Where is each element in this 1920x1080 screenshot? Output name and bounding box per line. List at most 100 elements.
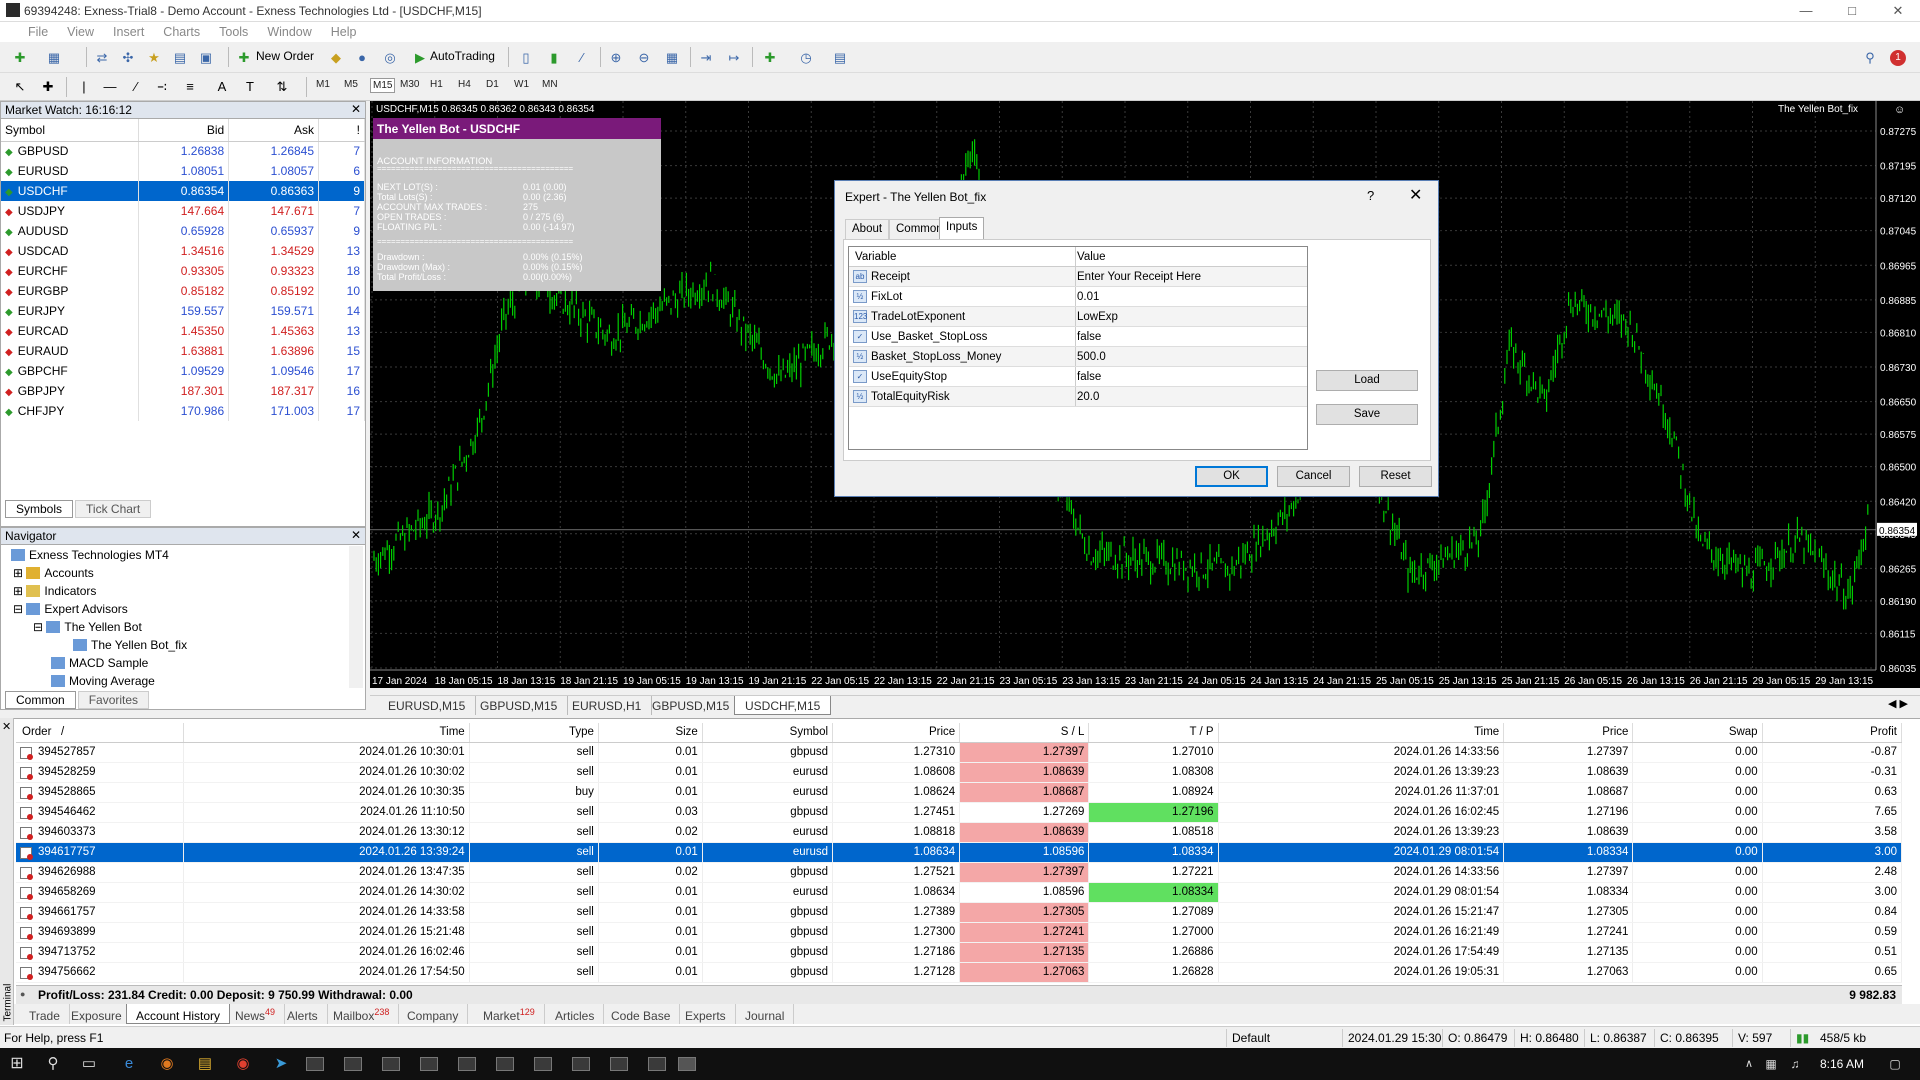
input-value[interactable]: false xyxy=(1077,331,1101,343)
close-icon[interactable]: ✕ xyxy=(351,528,361,542)
templates-icon[interactable]: ▤ xyxy=(830,48,850,68)
history-row[interactable]: 394756662 2024.01.26 17:54:50 sell 0.01 gbpu… xyxy=(16,962,1903,983)
input-value[interactable]: Enter Your Receipt Here xyxy=(1077,271,1201,283)
edge-icon[interactable]: e xyxy=(118,1054,140,1074)
tab-exposure[interactable]: Exposure xyxy=(62,1004,132,1024)
history-row[interactable]: 394626988 2024.01.26 13:47:35 sell 0.02 gbpu… xyxy=(16,862,1903,883)
market-watch-row[interactable]: ◆ EURJPY 159.557 159.571 14 xyxy=(1,301,365,321)
network-icon[interactable]: ▦ xyxy=(1760,1054,1782,1074)
timeframe-mn[interactable]: MN xyxy=(542,79,558,90)
market-watch-row[interactable]: ◆ USDCAD 1.34516 1.34529 13 xyxy=(1,241,365,261)
tab-code-base[interactable]: Code Base xyxy=(602,1004,681,1024)
input-value[interactable]: LowExp xyxy=(1077,311,1118,323)
tab-market[interactable]: Market129 xyxy=(474,1004,545,1024)
input-value[interactable]: 20.0 xyxy=(1077,391,1099,403)
notifications-icon[interactable]: ▢ xyxy=(1884,1054,1906,1074)
timeframe-m30[interactable]: M30 xyxy=(400,79,419,90)
col-time[interactable]: Time xyxy=(183,723,470,743)
tab-alerts[interactable]: Alerts xyxy=(278,1004,328,1024)
navigator-icon[interactable]: ★ xyxy=(144,48,164,68)
volume-icon[interactable]: ♫ xyxy=(1784,1054,1806,1074)
input-value[interactable]: 500.0 xyxy=(1077,351,1106,363)
profiles-icon[interactable]: ▦ xyxy=(44,48,64,68)
col-sl[interactable]: S / L xyxy=(959,723,1090,743)
history-row[interactable]: 394603373 2024.01.26 13:30:12 sell 0.02 euru… xyxy=(16,822,1903,843)
clock[interactable]: 8:16 AM xyxy=(1820,1057,1864,1071)
tab-about[interactable]: About xyxy=(845,219,890,239)
strategy-tester-icon[interactable]: ▣ xyxy=(196,48,216,68)
mt4-icon[interactable] xyxy=(306,1057,324,1071)
tab-account-history[interactable]: Account History xyxy=(126,1004,231,1024)
tab-gbpusd-m15-2[interactable]: GBPUSD,M15 xyxy=(642,696,741,715)
tray-chevron-icon[interactable]: ∧ xyxy=(1738,1054,1760,1074)
chrome-icon[interactable]: ◉ xyxy=(232,1054,254,1074)
mt4-icon[interactable] xyxy=(382,1057,400,1071)
auto-scroll-icon[interactable]: ⇥ xyxy=(696,48,716,68)
menu-charts[interactable]: Charts xyxy=(154,22,210,39)
tab-favorites[interactable]: Favorites xyxy=(77,691,150,709)
mt4-icon[interactable] xyxy=(458,1057,476,1071)
input-row[interactable]: ab Receipt Enter Your Receipt Here xyxy=(849,267,1307,287)
close-icon[interactable]: ✕ xyxy=(351,102,361,116)
input-row[interactable]: ½ FixLot 0.01 xyxy=(849,287,1307,307)
firefox-icon[interactable]: ◉ xyxy=(156,1054,178,1074)
timeframe-d1[interactable]: D1 xyxy=(486,79,499,90)
windows-start-icon[interactable]: ⊞ xyxy=(6,1054,28,1074)
tab-tick-chart[interactable]: Tick Chart xyxy=(75,500,152,518)
tree-macd-sample[interactable]: MACD Sample xyxy=(51,656,148,670)
history-row[interactable]: 394661757 2024.01.26 14:33:58 sell 0.01 gbpu… xyxy=(16,902,1903,923)
input-row[interactable]: ½ TotalEquityRisk 20.0 xyxy=(849,387,1307,407)
tree-root[interactable]: Exness Technologies MT4 xyxy=(11,548,169,562)
zoom-out-icon[interactable]: ⊖ xyxy=(634,48,654,68)
text-label-icon[interactable]: T xyxy=(240,77,260,97)
new-order-icon[interactable]: ✚ xyxy=(234,48,254,68)
search-icon[interactable]: ⚲ xyxy=(1860,48,1880,68)
market-watch-row[interactable]: ◆ GBPUSD 1.26838 1.26845 7 xyxy=(1,141,365,161)
cancel-button[interactable]: Cancel xyxy=(1277,466,1350,487)
col-spread[interactable]: ! xyxy=(318,119,365,142)
mt4-icon[interactable] xyxy=(572,1057,590,1071)
ok-button[interactable]: OK xyxy=(1195,466,1268,487)
col-tp[interactable]: T / P xyxy=(1088,723,1219,743)
col-size[interactable]: Size xyxy=(598,723,703,743)
col-ask[interactable]: Ask xyxy=(228,119,320,142)
history-row[interactable]: 394658269 2024.01.26 14:30:02 sell 0.01 euru… xyxy=(16,882,1903,903)
market-watch-row[interactable]: ◆ AUDUSD 0.65928 0.65937 9 xyxy=(1,221,365,241)
help-button[interactable]: ? xyxy=(1367,188,1374,203)
tab-scroll-arrows[interactable]: ◀ ▶ xyxy=(1888,697,1908,710)
dialog-close-button[interactable]: ✕ xyxy=(1409,185,1422,205)
input-value[interactable]: false xyxy=(1077,371,1101,383)
tab-common[interactable]: Common xyxy=(5,691,76,709)
tab-inputs[interactable]: Inputs xyxy=(939,217,985,240)
arrows-icon[interactable]: ⇅ xyxy=(272,77,292,97)
trendline-icon[interactable]: ∕ xyxy=(126,77,146,97)
tab-company[interactable]: Company xyxy=(398,1004,469,1024)
menu-tools[interactable]: Tools xyxy=(210,22,258,39)
autotrading-icon[interactable]: ▶ xyxy=(410,48,430,68)
market-watch-row[interactable]: ◆ EURUSD 1.08051 1.08057 6 xyxy=(1,161,365,181)
input-row[interactable]: ½ Basket_StopLoss_Money 500.0 xyxy=(849,347,1307,367)
market-watch-row[interactable]: ◆ EURCHF 0.93305 0.93323 18 xyxy=(1,261,365,281)
tab-experts[interactable]: Experts xyxy=(676,1004,736,1024)
col-type[interactable]: Type xyxy=(469,723,599,743)
tree-indicators[interactable]: ⊞ Indicators xyxy=(13,584,96,598)
input-row[interactable]: ✓ UseEquityStop false xyxy=(849,367,1307,387)
col-bid[interactable]: Bid xyxy=(138,119,230,142)
reset-button[interactable]: Reset xyxy=(1359,466,1432,487)
tab-usdchf-m15[interactable]: USDCHF,M15 xyxy=(734,696,832,715)
input-value[interactable]: 0.01 xyxy=(1077,291,1099,303)
terminal-icon[interactable]: ▤ xyxy=(170,48,190,68)
market-watch-row[interactable]: ◆ EURAUD 1.63881 1.63896 15 xyxy=(1,341,365,361)
tab-eurusd-h1[interactable]: EURUSD,H1 xyxy=(562,696,653,715)
menu-view[interactable]: View xyxy=(58,22,104,39)
tab-articles[interactable]: Articles xyxy=(546,1004,605,1024)
tab-gbpusd-m15[interactable]: GBPUSD,M15 xyxy=(470,696,569,715)
col-profit[interactable]: Profit xyxy=(1762,723,1903,743)
file-explorer-icon[interactable]: ▤ xyxy=(194,1054,216,1074)
close-button[interactable]: ✕ xyxy=(1875,0,1920,22)
history-row[interactable]: 394713752 2024.01.26 16:02:46 sell 0.01 gbpu… xyxy=(16,942,1903,963)
market-watch-row[interactable]: ◆ GBPJPY 187.301 187.317 16 xyxy=(1,381,365,401)
mt4-icon[interactable] xyxy=(610,1057,628,1071)
market-watch-row[interactable]: ◆ USDJPY 147.664 147.671 7 xyxy=(1,201,365,221)
menu-window[interactable]: Window xyxy=(258,22,321,39)
